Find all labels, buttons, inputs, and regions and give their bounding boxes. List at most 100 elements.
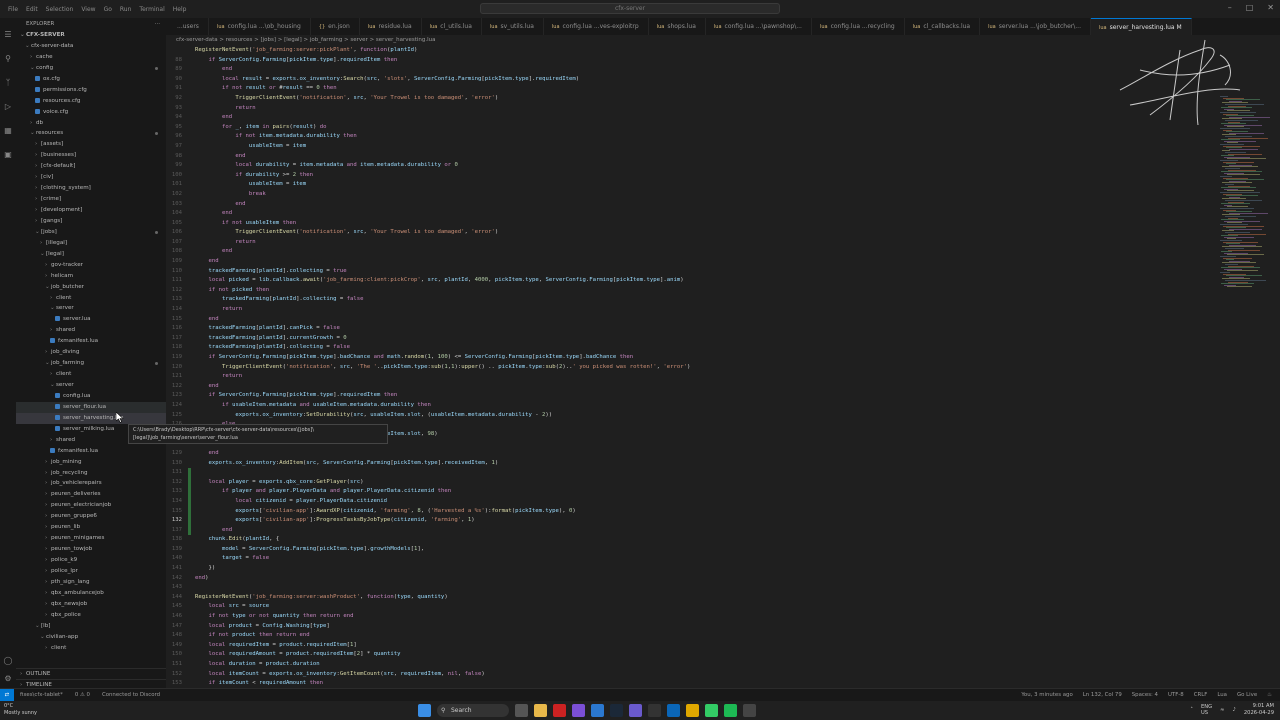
tree-folder[interactable]: › qbx_newsjob: [16, 599, 166, 610]
tree-folder[interactable]: ⌄[jobs]: [16, 227, 166, 238]
tree-folder[interactable]: ⌄[legal]: [16, 249, 166, 260]
code-line[interactable]: 99 local durability = item.metadata and …: [166, 161, 1216, 171]
close-icon[interactable]: ✕: [1267, 3, 1274, 12]
code-line[interactable]: 134 local citizenid = player.PlayerData.…: [166, 496, 1216, 507]
cursor-position[interactable]: Ln 132, Col 79: [1083, 692, 1122, 698]
outline-section[interactable]: › OUTLINE: [16, 668, 166, 679]
code-line[interactable]: 132 exports['civilian-app']:ProgressTask…: [166, 516, 1216, 526]
tree-folder[interactable]: › job_mining: [16, 457, 166, 468]
tree-folder[interactable]: › helicam: [16, 271, 166, 282]
tree-file[interactable]: ox.cfg: [16, 74, 166, 85]
menu-item[interactable]: View: [81, 6, 95, 13]
maximize-icon[interactable]: □: [1246, 3, 1254, 12]
code-line[interactable]: 111 local picked = lib.callback.await('j…: [166, 276, 1216, 286]
tree-folder[interactable]: › client: [16, 643, 166, 654]
menu-item[interactable]: Selection: [46, 6, 74, 13]
code-line[interactable]: 102 break: [166, 190, 1216, 200]
code-line[interactable]: 132 local player = exports.qbx_core:GetP…: [166, 477, 1216, 488]
task-view-icon[interactable]: [515, 704, 528, 717]
code-line[interactable]: 104 end: [166, 209, 1216, 219]
editor-tab[interactable]: lua cl_utils.lua: [422, 18, 482, 35]
tree-file[interactable]: fxmanifest.lua: [16, 336, 166, 347]
tree-folder[interactable]: ⌄[lb]: [16, 621, 166, 632]
code-line[interactable]: 103 end: [166, 200, 1216, 210]
code-line[interactable]: 153 if itemCount < requiredAmount then: [166, 679, 1216, 688]
tree-folder[interactable]: › qbx_ambulancejob: [16, 588, 166, 599]
code-editor[interactable]: RegisterNetEvent('job_farming:server:pic…: [166, 46, 1216, 688]
remote-indicator-icon[interactable]: ⇄: [0, 689, 14, 701]
code-line[interactable]: 89 end: [166, 65, 1216, 75]
tree-folder[interactable]: ⌄resources: [16, 128, 166, 139]
terminal-icon[interactable]: [743, 704, 756, 717]
tree-folder[interactable]: ⌄job_farming: [16, 358, 166, 369]
tree-folder[interactable]: › peuren_minigames: [16, 533, 166, 544]
code-line[interactable]: 129 end: [166, 449, 1216, 459]
tray-chevron-icon[interactable]: ˄: [1190, 707, 1193, 713]
editor-tab[interactable]: lua residue.lua: [360, 18, 422, 35]
tree-folder[interactable]: › pth_sign_lang: [16, 577, 166, 588]
code-line[interactable]: 106 TriggerClientEvent('notification', s…: [166, 228, 1216, 238]
steam-icon[interactable]: [610, 704, 623, 717]
menu-item[interactable]: Terminal: [139, 6, 164, 13]
code-line[interactable]: 145 local src = source: [166, 602, 1216, 612]
code-line[interactable]: 144 RegisterNetEvent('job_farming:server:…: [166, 593, 1216, 603]
tree-folder[interactable]: ⌄server: [16, 380, 166, 391]
code-line[interactable]: 114 return: [166, 305, 1216, 315]
source-control-icon[interactable]: ᛉ: [0, 74, 16, 90]
tree-folder[interactable]: › [businesses]: [16, 150, 166, 161]
menu-item[interactable]: Edit: [26, 6, 38, 13]
tree-folder[interactable]: › peuren_electricianjob: [16, 500, 166, 511]
menu-item[interactable]: Go: [104, 6, 112, 13]
vscode-icon[interactable]: [667, 704, 680, 717]
code-line[interactable]: 118 trackedFarming[plantId].collecting =…: [166, 343, 1216, 353]
tree-folder[interactable]: › [clothing_system]: [16, 183, 166, 194]
tree-file[interactable]: server.lua: [16, 314, 166, 325]
file-explorer-icon[interactable]: [534, 704, 547, 717]
editor-tab[interactable]: lua config.lua ...\pawnshop\...: [706, 18, 812, 35]
spotify-icon[interactable]: [724, 704, 737, 717]
tree-folder[interactable]: › police_lpr: [16, 566, 166, 577]
clock[interactable]: 9:01 AM 2026-04-29: [1244, 703, 1274, 717]
search-icon[interactable]: ⚲: [0, 50, 16, 66]
minimize-icon[interactable]: –: [1228, 3, 1232, 12]
tree-folder[interactable]: › [illegal]: [16, 238, 166, 249]
code-line[interactable]: 98 end: [166, 152, 1216, 162]
discord-status[interactable]: Connected to Discord: [102, 692, 160, 698]
code-line[interactable]: 124 if usableItem.metadata and usableIte…: [166, 401, 1216, 411]
wifi-icon[interactable]: ≈: [1220, 707, 1224, 713]
tree-folder[interactable]: › [civ]: [16, 172, 166, 183]
code-line[interactable]: 149 local requiredItem = product.require…: [166, 641, 1216, 651]
code-line[interactable]: 147 local product = Config.Washing[type]: [166, 622, 1216, 632]
editor-tab[interactable]: lua sv_utils.lua: [482, 18, 544, 35]
tree-folder[interactable]: › shared: [16, 325, 166, 336]
code-line[interactable]: 97 usableItem = item: [166, 142, 1216, 152]
app-icon[interactable]: [705, 704, 718, 717]
code-line[interactable]: RegisterNetEvent('job_farming:server:pic…: [166, 46, 1216, 56]
editor-tab[interactable]: lua config.lua ...\ob_housing: [209, 18, 311, 35]
code-line[interactable]: 120 TriggerClientEvent('notification', s…: [166, 363, 1216, 373]
explorer-more-icon[interactable]: ⋯: [155, 18, 160, 30]
code-line[interactable]: 121 return: [166, 372, 1216, 382]
tree-folder[interactable]: ⌄cfx-server-data: [16, 41, 166, 52]
tree-file[interactable]: fxmanifest.lua: [16, 446, 166, 457]
app-icon[interactable]: [572, 704, 585, 717]
git-blame[interactable]: You, 3 minutes ago: [1021, 692, 1072, 698]
code-line[interactable]: 112 if not picked then: [166, 286, 1216, 296]
tree-folder[interactable]: › [gangs]: [16, 216, 166, 227]
code-line[interactable]: 135 exports['civilian-app']:AwardXP(citi…: [166, 506, 1216, 517]
tree-folder[interactable]: › client: [16, 369, 166, 380]
app-icon[interactable]: [591, 704, 604, 717]
taskbar-search[interactable]: ⚲ Search: [437, 704, 509, 717]
tree-folder[interactable]: › peuren_deliveries: [16, 489, 166, 500]
tree-folder[interactable]: › [cfx-default]: [16, 161, 166, 172]
encoding[interactable]: UTF-8: [1168, 692, 1184, 698]
code-line[interactable]: 133 if player and player.PlayerData and …: [166, 487, 1216, 497]
editor-tab[interactable]: lua config.lua ...recycling: [812, 18, 905, 35]
indentation[interactable]: Spaces: 4: [1132, 692, 1158, 698]
code-line[interactable]: 146 if not type or not quantity then ret…: [166, 612, 1216, 622]
tree-file[interactable]: config.lua: [16, 391, 166, 402]
tree-folder[interactable]: ⌄civilian-app: [16, 632, 166, 643]
tree-folder[interactable]: › cache: [16, 52, 166, 63]
code-line[interactable]: 93 return: [166, 104, 1216, 114]
tree-folder[interactable]: › job_recycling: [16, 468, 166, 479]
